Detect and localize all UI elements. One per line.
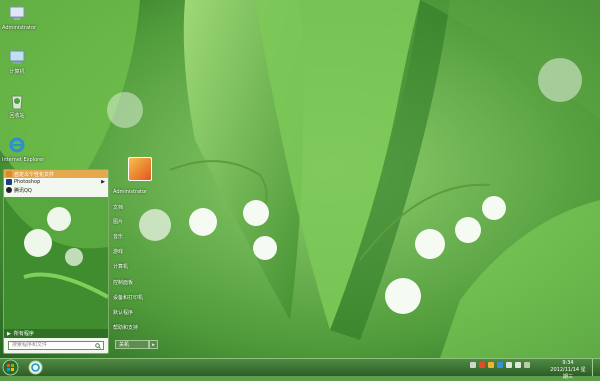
taskbar-ie-button[interactable]: [28, 360, 43, 375]
chevron-right-icon: ▸: [152, 342, 155, 348]
tray-app-icon[interactable]: [497, 362, 503, 368]
places-item-default-programs[interactable]: 默认程序: [113, 309, 133, 316]
desktop-icon-label: Internet Explorer: [2, 157, 45, 163]
pinned-item-photoshop[interactable]: Photoshop ▶: [4, 178, 108, 186]
volume-icon[interactable]: [515, 362, 521, 368]
pinned-programs: 自定义个性化文件 Photoshop ▶ 腾讯QQ: [4, 170, 108, 194]
desktop-icon-computer[interactable]: 计算机: [2, 48, 32, 75]
recycle-bin-icon: [11, 95, 23, 110]
places-item-music[interactable]: 音乐: [113, 233, 123, 240]
places-item-documents[interactable]: 文档: [113, 204, 123, 211]
desktop-icon-recycle-bin[interactable]: 回收站: [2, 92, 32, 119]
tray-app-icon[interactable]: [488, 362, 494, 368]
triangle-right-icon: ▶: [7, 330, 11, 337]
search-input[interactable]: 搜索程序和文件: [8, 341, 104, 350]
places-item-help-support[interactable]: 帮助和支持: [113, 324, 138, 331]
desktop-icon-label: Administrator: [2, 25, 37, 31]
pinned-item-label: Photoshop: [14, 179, 41, 185]
start-menu: 自定义个性化文件 Photoshop ▶ 腾讯QQ ▶ 所有程序 搜索程序和文件…: [0, 157, 172, 358]
desktop-icon-administrator[interactable]: Administrator: [2, 4, 37, 31]
clock-date: 2012/11/14 星期三: [550, 367, 586, 380]
shutdown-label: 关机: [119, 342, 130, 348]
desktop-icon-label: 回收站: [9, 113, 25, 119]
pinned-item-qq[interactable]: 腾讯QQ: [4, 186, 108, 194]
network-icon[interactable]: [506, 362, 512, 368]
flag-icon[interactable]: [524, 362, 530, 368]
photoshop-icon: [6, 179, 12, 185]
folder-icon: [6, 171, 12, 177]
places-item-devices-printers[interactable]: 设备和打印机: [113, 294, 143, 301]
tray-arrow-icon[interactable]: [470, 362, 476, 368]
pinned-item-label: 腾讯QQ: [14, 187, 32, 194]
tray-app-icon[interactable]: [479, 362, 485, 368]
places-item-control-panel[interactable]: 控制面板: [113, 279, 133, 286]
all-programs-button[interactable]: ▶ 所有程序: [4, 329, 108, 338]
start-menu-programs-pane: 自定义个性化文件 Photoshop ▶ 腾讯QQ ▶ 所有程序 搜索程序和文件: [3, 169, 109, 354]
desktop-icon-label: 计算机: [9, 69, 25, 75]
places-item-pictures[interactable]: 图片: [113, 218, 123, 225]
pinned-item-custom-files[interactable]: 自定义个性化文件: [4, 170, 108, 178]
desktop-icon-ie[interactable]: Internet Explorer: [2, 136, 45, 163]
shutdown-options-button[interactable]: ▸: [149, 340, 158, 349]
user-folder-icon: [9, 6, 25, 20]
ie-icon: [9, 137, 25, 153]
computer-icon: [9, 50, 25, 64]
start-button[interactable]: [2, 359, 19, 376]
qq-icon: [6, 187, 12, 193]
user-avatar[interactable]: [128, 157, 152, 181]
show-desktop-button[interactable]: [592, 359, 600, 376]
shutdown-button[interactable]: 关机: [115, 340, 149, 349]
submenu-arrow-icon: ▶: [101, 179, 105, 185]
start-menu-wallpaper-image: [4, 197, 108, 329]
user-name-link[interactable]: Administrator: [113, 189, 147, 195]
search-placeholder: 搜索程序和文件: [12, 342, 48, 348]
taskbar: 9:34 2012/11/14 星期三: [0, 358, 600, 380]
clock[interactable]: 9:34 2012/11/14 星期三: [548, 360, 588, 381]
start-menu-places-pane: Administrator 文档 图片 音乐 游戏 计算机 控制面板 设备和打印…: [110, 157, 172, 358]
pinned-item-label: 自定义个性化文件: [14, 171, 55, 178]
search-icon[interactable]: [95, 343, 101, 349]
all-programs-label: 所有程序: [13, 331, 34, 337]
places-item-computer[interactable]: 计算机: [113, 263, 128, 270]
clock-time: 9:34: [562, 360, 574, 366]
places-item-games[interactable]: 游戏: [113, 248, 123, 255]
system-tray: [470, 362, 530, 368]
